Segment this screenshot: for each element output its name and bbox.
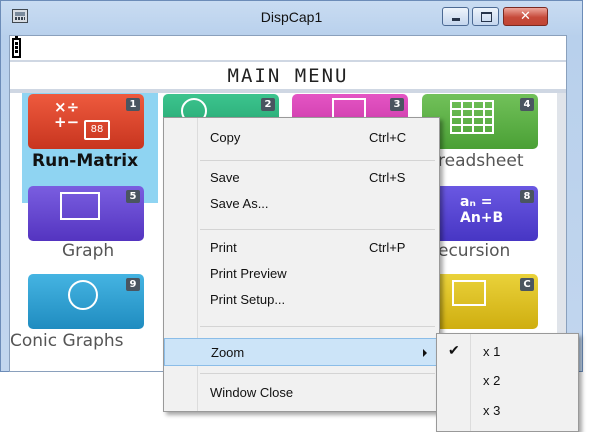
close-button[interactable]: ✕ xyxy=(503,7,548,26)
maximize-button[interactable] xyxy=(472,7,499,26)
menu-item-print-setup[interactable]: Print Setup... xyxy=(164,289,439,311)
menu-item-zoom[interactable]: Zoom xyxy=(164,338,439,366)
spreadsheet-icon xyxy=(450,100,494,134)
menu-label: Save As... xyxy=(210,196,269,211)
zoom-option-label: x 1 xyxy=(483,344,501,359)
screen-scrollbar xyxy=(557,93,566,371)
tile-number: C xyxy=(520,278,534,291)
tile-number: 1 xyxy=(126,98,140,111)
tile-run-matrix[interactable]: ×÷ +− 88 1 xyxy=(28,94,144,149)
tile-label-recursion: ecursion xyxy=(438,241,511,261)
menu-separator xyxy=(200,229,435,230)
menu-label: Copy xyxy=(210,130,241,145)
menu-separator xyxy=(200,373,435,374)
menu-item-save-as[interactable]: Save As... xyxy=(164,193,439,215)
menu-item-copy[interactable]: Copy Ctrl+C xyxy=(164,127,439,149)
tile-conic-graphs[interactable]: 9 xyxy=(28,274,144,329)
status-bar-divider xyxy=(10,60,566,62)
menu-shortcut: Ctrl+S xyxy=(369,170,406,185)
tile-number: 8 xyxy=(520,190,534,203)
menu-label: Print Setup... xyxy=(210,292,286,307)
zoom-option-label: x 2 xyxy=(483,373,501,388)
menu-separator xyxy=(200,160,435,161)
menu-shortcut: Ctrl+P xyxy=(369,240,406,255)
menu-item-window-close[interactable]: Window Close xyxy=(164,382,439,404)
menu-item-save[interactable]: Save Ctrl+S xyxy=(164,167,439,189)
tile-label-conic-graphs: Conic Graphs xyxy=(10,331,124,351)
money-icon xyxy=(452,280,486,306)
battery-icon xyxy=(12,36,21,58)
menu-shortcut: Ctrl+C xyxy=(369,130,407,145)
close-icon: ✕ xyxy=(520,9,531,24)
graph-icon xyxy=(60,192,100,220)
menu-item-print-preview[interactable]: Print Preview xyxy=(164,263,439,285)
context-menu: Copy Ctrl+C Save Ctrl+S Save As... Print… xyxy=(163,117,440,412)
zoom-option-x3[interactable]: x 3 xyxy=(437,395,578,419)
recursion-icon: aₙ = An+B xyxy=(460,194,504,226)
tile-number: 5 xyxy=(126,190,140,203)
tile-number: 9 xyxy=(126,278,140,291)
tile-number: 4 xyxy=(520,98,534,111)
conic-icon xyxy=(68,280,98,310)
menu-label: Print xyxy=(210,240,237,255)
tile-label-spreadsheet: readsheet xyxy=(438,151,524,171)
menu-label: Print Preview xyxy=(210,266,287,281)
tile-label-graph: Graph xyxy=(62,241,115,261)
zoom-submenu: ✔ x 1 x 2 x 3 xyxy=(436,333,579,432)
menu-item-print[interactable]: Print Ctrl+P xyxy=(164,237,439,259)
menu-label: Save xyxy=(210,170,240,185)
tile-number: 2 xyxy=(261,98,275,111)
menu-separator xyxy=(200,326,435,327)
menu-label: Zoom xyxy=(211,345,245,360)
menu-label: Window Close xyxy=(210,385,294,400)
tile-label-run-matrix: Run-Matrix xyxy=(32,151,139,171)
matrix-icon: 88 xyxy=(84,120,110,140)
zoom-option-label: x 3 xyxy=(483,403,501,418)
minimize-button[interactable] xyxy=(442,7,469,26)
zoom-option-x2[interactable]: x 2 xyxy=(437,365,578,389)
zoom-option-x1[interactable]: ✔ x 1 xyxy=(437,336,578,360)
title-bar[interactable]: DispCap1 ✕ xyxy=(1,1,582,35)
tile-graph[interactable]: 5 xyxy=(28,186,144,241)
main-menu-heading: MAIN MENU xyxy=(227,65,349,87)
submenu-arrow-icon xyxy=(423,349,427,357)
checkmark-icon: ✔ xyxy=(448,342,460,358)
tile-number: 3 xyxy=(390,98,404,111)
run-matrix-icon: ×÷ +− xyxy=(54,98,80,131)
